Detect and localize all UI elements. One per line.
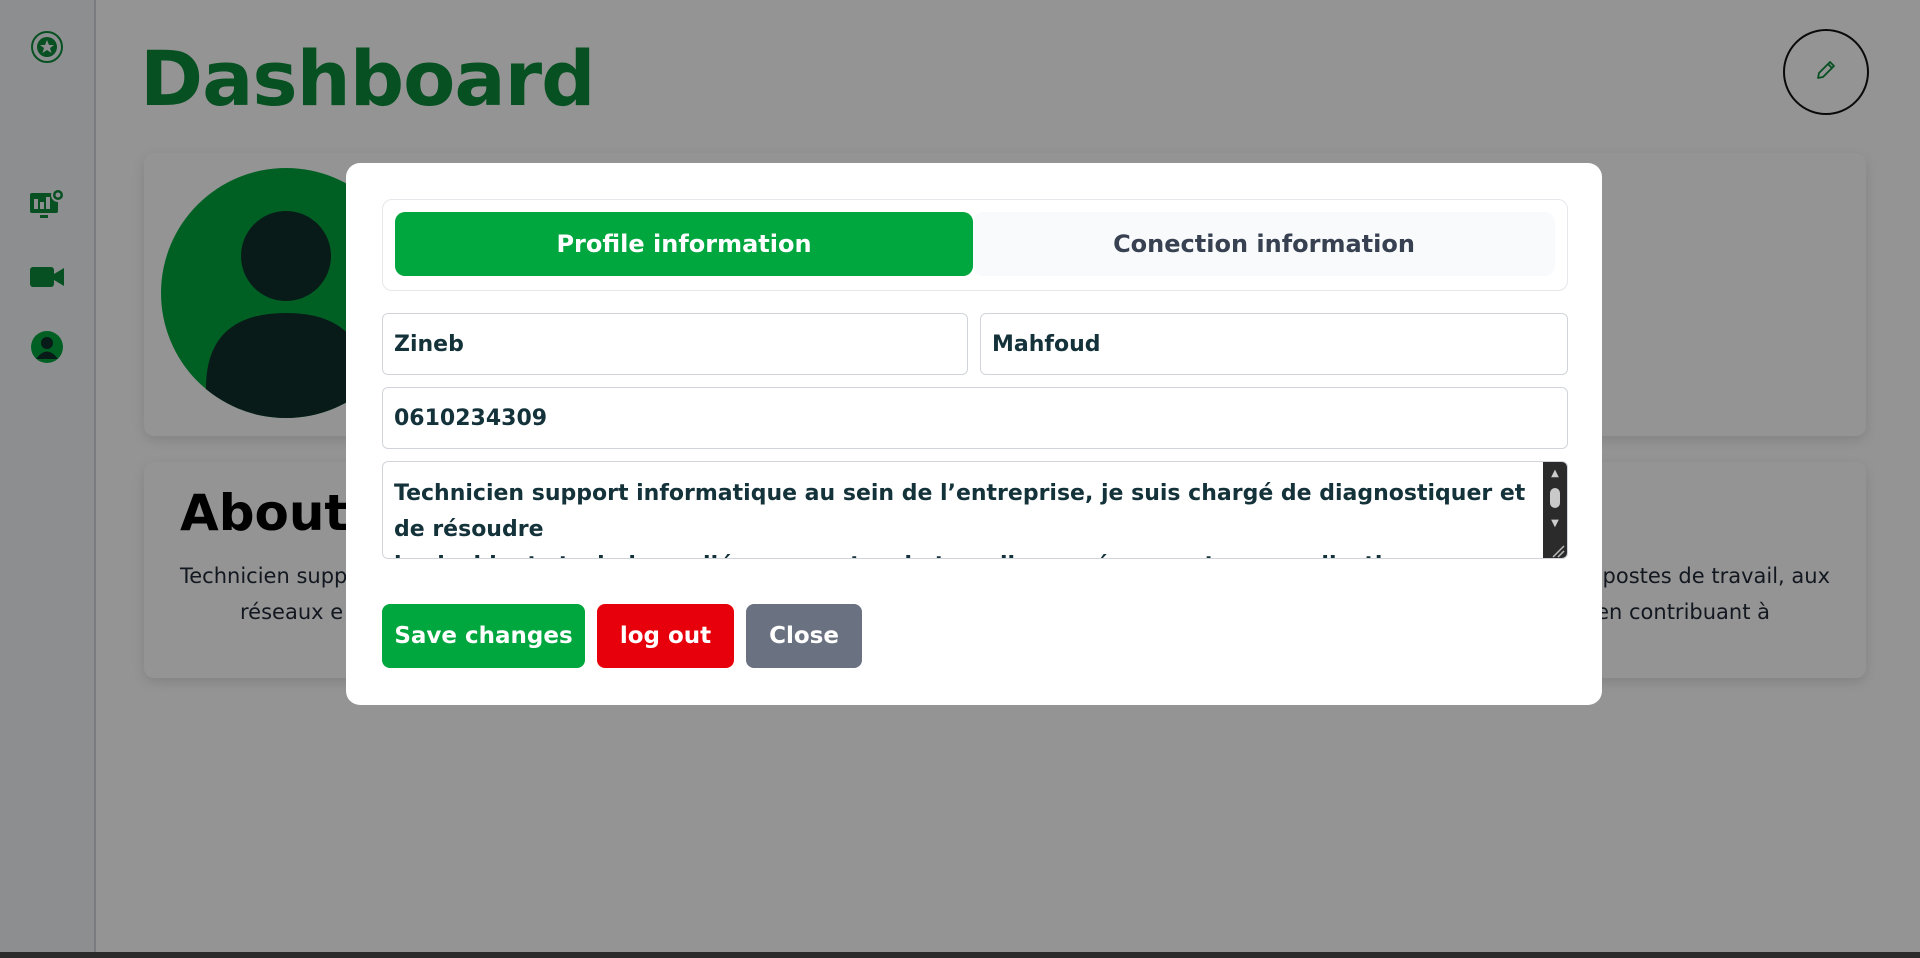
bio-text: Technicien support informatique au sein … [394,476,1534,558]
first-name-field[interactable] [382,313,968,375]
bio-line-2: les incidents techniques liés aux postes… [394,548,1534,558]
modal-tabs: Profile information Conection informatio… [382,199,1568,291]
tab-profile-information[interactable]: Profile information [395,212,973,276]
phone-field[interactable] [382,387,1568,449]
edit-profile-modal: Profile information Conection informatio… [346,163,1602,705]
tab-conection-information[interactable]: Conection information [973,212,1555,276]
scroll-thumb[interactable] [1550,488,1560,508]
save-changes-button[interactable]: Save changes [382,604,585,668]
last-name-field[interactable] [980,313,1568,375]
bio-scrollbar[interactable]: ▲ ▼ [1543,462,1567,558]
bio-line-1: Technicien support informatique au sein … [394,481,1526,542]
resize-grip-icon[interactable] [1551,544,1565,558]
scroll-down-icon[interactable]: ▼ [1543,514,1567,532]
logout-button[interactable]: log out [597,604,734,668]
bio-textarea[interactable]: Technicien support informatique au sein … [382,461,1568,559]
scroll-up-icon[interactable]: ▲ [1543,464,1567,482]
close-button[interactable]: Close [746,604,862,668]
